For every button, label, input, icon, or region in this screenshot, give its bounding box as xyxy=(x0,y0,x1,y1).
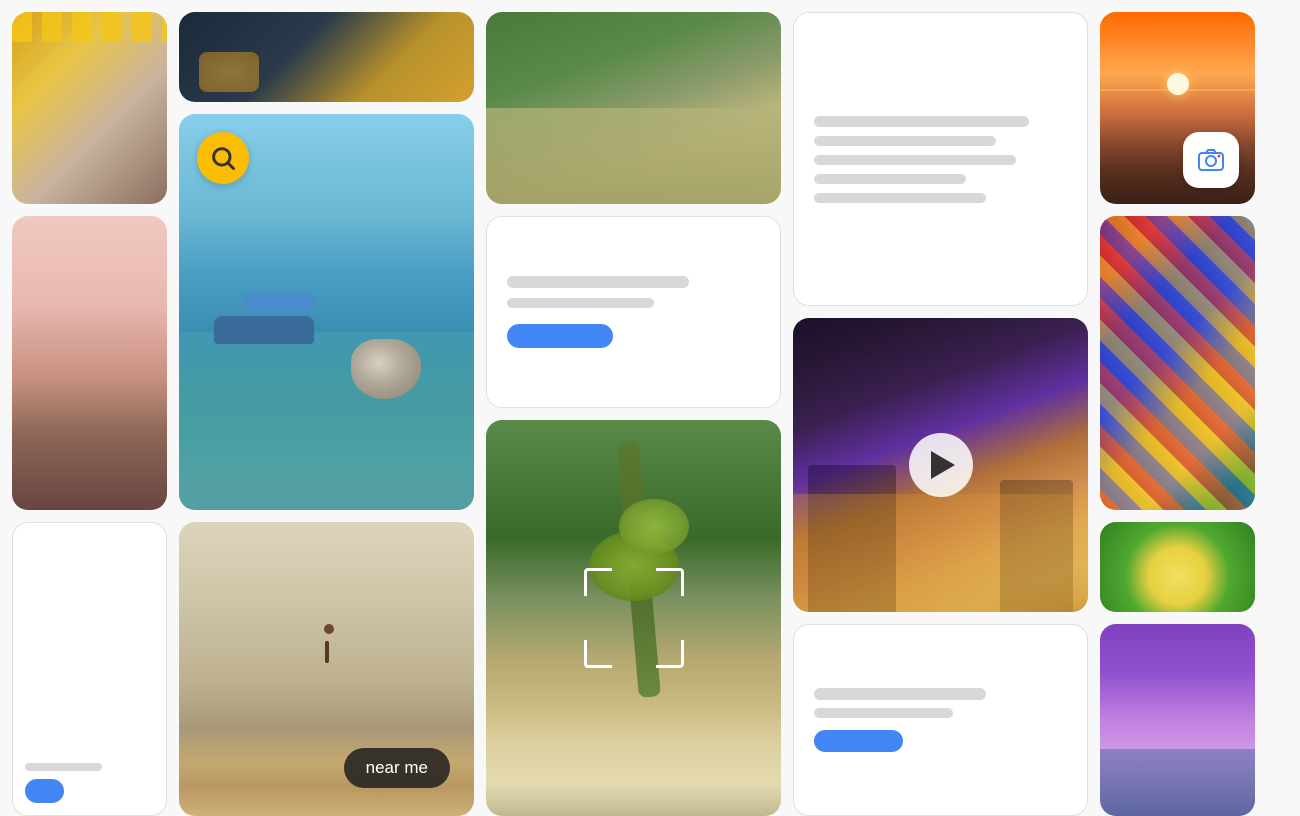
play-button[interactable] xyxy=(909,433,973,497)
placeholder-line xyxy=(814,708,953,718)
corner-br xyxy=(656,640,684,668)
scan-corners xyxy=(584,568,684,668)
corner-tr xyxy=(656,568,684,596)
photo-trombone xyxy=(179,12,474,102)
placeholder-line xyxy=(507,276,689,288)
blue-button-bottom-right[interactable] xyxy=(814,730,903,752)
placeholder-line xyxy=(814,688,986,700)
photo-purple-sky xyxy=(1100,624,1255,816)
ui-card-bottom-left xyxy=(12,522,167,816)
placeholder-line xyxy=(814,116,1029,127)
photo-coastal-town xyxy=(486,12,781,204)
photo-plaza-video xyxy=(793,318,1088,612)
search-icon-circle[interactable] xyxy=(197,132,249,184)
near-me-pill[interactable]: near me xyxy=(344,748,450,788)
photo-flags xyxy=(12,12,167,204)
near-me-text: near me xyxy=(366,758,428,777)
photo-woman-surfboard xyxy=(12,216,167,510)
ui-card-bottom-right xyxy=(793,624,1088,816)
photo-sunset-camera xyxy=(1100,12,1255,204)
photo-palm-scan xyxy=(486,420,781,816)
main-grid: near me xyxy=(0,0,1300,733)
play-triangle-icon xyxy=(931,451,955,479)
placeholder-line xyxy=(25,763,102,771)
blue-button-left[interactable] xyxy=(25,779,64,803)
camera-badge[interactable] xyxy=(1183,132,1239,188)
photo-paddleboard-near-me: near me xyxy=(179,522,474,816)
ui-card-center xyxy=(486,216,781,408)
ui-card-text-lines xyxy=(793,12,1088,306)
placeholder-line xyxy=(814,136,996,146)
blue-button-center[interactable] xyxy=(507,324,613,348)
placeholder-line xyxy=(507,298,654,308)
corner-tl xyxy=(584,568,612,596)
placeholder-line xyxy=(814,155,1016,165)
placeholder-line xyxy=(814,174,966,184)
corner-bl xyxy=(584,640,612,668)
photo-flower xyxy=(1100,522,1255,612)
photo-boat-search xyxy=(179,114,474,510)
placeholder-line xyxy=(814,193,986,203)
photo-textiles xyxy=(1100,216,1255,510)
